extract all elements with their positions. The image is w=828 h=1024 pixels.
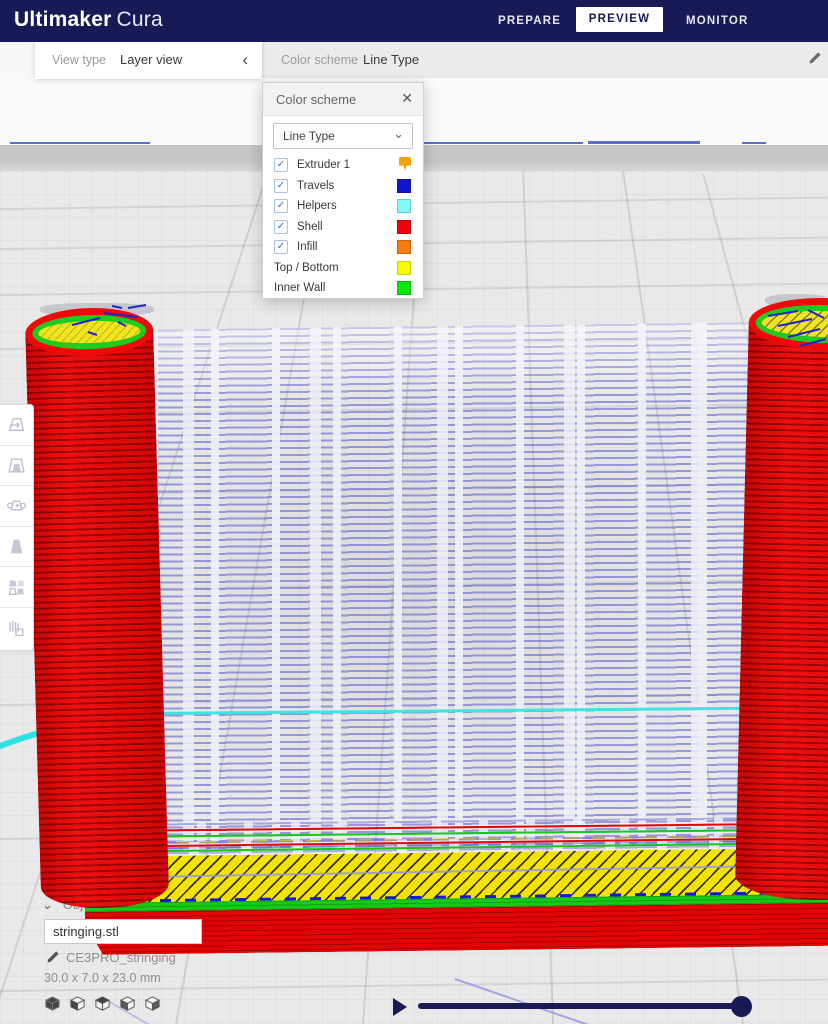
legend-row-helpers: ✓ Helpers <box>263 196 423 217</box>
legend-label: Infill <box>297 241 317 253</box>
scene-tools-toolbar <box>0 404 34 651</box>
view-type-value: Layer view <box>120 52 182 67</box>
simulation-slider-track[interactable] <box>418 1003 745 1009</box>
travel-lines-layer <box>150 322 752 853</box>
brand-cura: Cura <box>117 8 163 31</box>
legend-row-travels: ✓ Travels <box>263 176 423 197</box>
tab-monitor[interactable]: MONITOR <box>686 0 748 42</box>
tower-shell <box>735 322 828 902</box>
extruder1-checkbox[interactable]: ✓ <box>274 158 288 172</box>
per-model-settings-button[interactable] <box>0 567 33 608</box>
color-scheme-value[interactable]: Line Type <box>363 52 419 67</box>
line-type-dropdown[interactable]: Line Type ⌄ <box>273 123 413 149</box>
legend-row-shell: ✓ Shell <box>263 217 423 238</box>
move-icon <box>7 415 26 434</box>
dropdown-value: Line Type <box>283 129 335 143</box>
tab-preview[interactable]: PREVIEW <box>576 7 663 32</box>
color-swatch <box>397 261 411 275</box>
view-top-button[interactable] <box>94 995 111 1012</box>
color-swatch <box>397 199 411 213</box>
color-swatch <box>397 179 411 193</box>
top-header-bar: UltimakerCura PREPARE PREVIEW MONITOR <box>0 0 828 42</box>
travel-line-segment <box>588 141 700 144</box>
legend-label: Top / Bottom <box>274 262 339 274</box>
panel-header: Color scheme ✕ <box>263 83 423 116</box>
play-button[interactable] <box>393 998 407 1016</box>
travel-line-segment <box>10 142 150 144</box>
shell-checkbox[interactable]: ✓ <box>274 220 288 234</box>
brand-ultimaker: Ultimaker <box>14 8 112 31</box>
mirror-tool-button[interactable] <box>0 527 33 568</box>
edit-pencil-icon[interactable] <box>808 51 822 70</box>
edit-model-name-icon[interactable] <box>46 950 60 969</box>
extruder-swatch <box>399 157 411 171</box>
legend-row-extruder1: ✓ Extruder 1 <box>263 155 423 176</box>
rotate-tool-button[interactable] <box>0 486 33 527</box>
color-scheme-panel: Color scheme ✕ Line Type ⌄ ✓ Extruder 1 … <box>262 82 424 299</box>
scale-tool-button[interactable] <box>0 446 33 487</box>
app-logo: UltimakerCura <box>14 8 163 32</box>
infill-checkbox[interactable]: ✓ <box>274 240 288 254</box>
per-model-settings-icon <box>7 578 26 597</box>
mirror-icon <box>7 537 26 556</box>
legend-row-inner-wall: Inner Wall <box>263 278 423 299</box>
collapse-chevron-icon[interactable]: ‹ <box>242 51 248 68</box>
support-blocker-button[interactable] <box>0 608 33 649</box>
move-tool-button[interactable] <box>0 405 33 446</box>
scale-icon <box>7 456 26 475</box>
model-dimensions-text: 30.0 x 7.0 x 23.0 mm <box>44 971 161 985</box>
chevron-down-icon: ⌄ <box>393 126 404 142</box>
legend-row-infill: ✓ Infill <box>263 237 423 258</box>
legend-row-top-bottom: Top / Bottom <box>263 258 423 279</box>
view-3d-button[interactable] <box>44 995 61 1012</box>
view-orientation-buttons <box>44 995 161 1012</box>
helpers-checkbox[interactable]: ✓ <box>274 199 288 213</box>
legend-label: Travels <box>297 180 334 192</box>
travels-checkbox[interactable]: ✓ <box>274 179 288 193</box>
view-left-button[interactable] <box>119 995 136 1012</box>
travel-line-segment <box>742 142 766 144</box>
legend-label: Inner Wall <box>274 282 325 294</box>
tab-prepare[interactable]: PREPARE <box>498 0 558 42</box>
rotate-icon <box>7 496 26 515</box>
view-front-button[interactable] <box>69 995 86 1012</box>
view-type-selector[interactable]: View type Layer view ‹ <box>35 40 262 79</box>
color-swatch <box>397 240 411 254</box>
printed-tower-left[interactable] <box>25 306 170 909</box>
legend-label: Shell <box>297 221 323 233</box>
panel-title: Color scheme <box>276 92 356 107</box>
simulation-slider-handle[interactable] <box>731 996 752 1017</box>
legend-label: Extruder 1 <box>297 159 350 171</box>
printed-tower-right[interactable] <box>735 296 828 902</box>
view-type-label: View type <box>52 53 106 67</box>
color-swatch <box>397 281 411 295</box>
legend-label: Helpers <box>297 200 337 212</box>
color-swatch <box>397 220 411 234</box>
filename-input[interactable] <box>44 919 202 944</box>
close-icon[interactable]: ✕ <box>401 90 413 107</box>
support-blocker-icon <box>7 619 26 638</box>
color-scheme-label: Color scheme <box>281 53 358 67</box>
view-right-button[interactable] <box>144 995 161 1012</box>
legend-rows: ✓ Extruder 1 ✓ Travels ✓ Helpers ✓ Shell… <box>263 155 423 299</box>
tower-shell <box>25 330 169 909</box>
cura-app-window: ⌄Object list CE3PRO_stringing 30.0 x 7.0… <box>0 0 828 1024</box>
